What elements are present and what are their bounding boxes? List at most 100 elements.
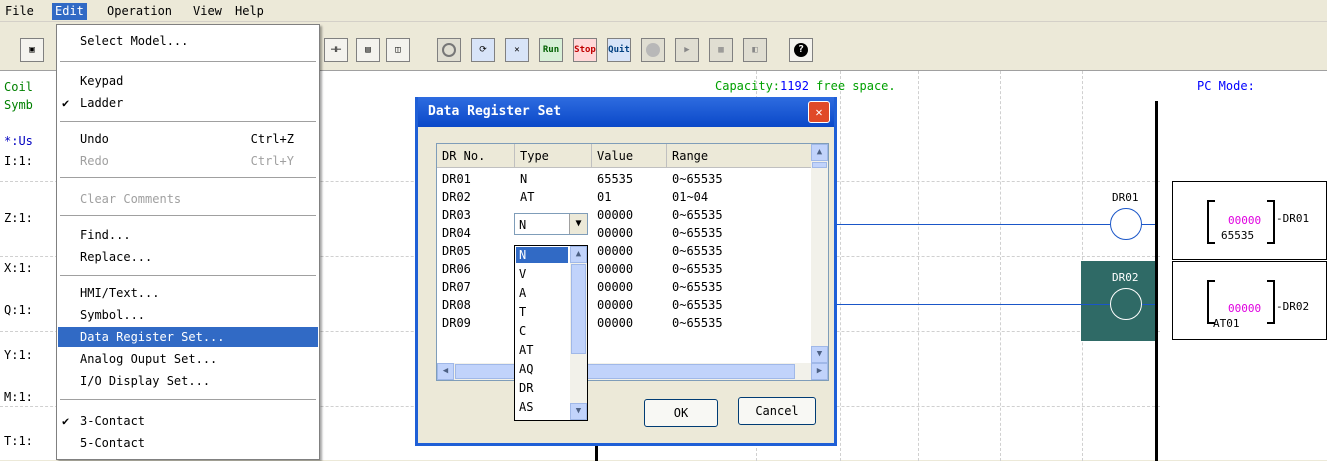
cell-value[interactable]: 00000 [592, 296, 633, 314]
refresh-icon[interactable] [437, 38, 461, 62]
menu-help[interactable]: Help [232, 3, 267, 20]
close-icon[interactable]: ✕ [808, 101, 830, 123]
type-option[interactable]: A [516, 285, 568, 301]
cell-type[interactable]: N [515, 170, 527, 188]
menu-replace[interactable]: Replace... [58, 247, 318, 267]
cell-value[interactable]: 00000 [592, 206, 633, 224]
type-combobox[interactable]: N ▼ [514, 213, 588, 235]
menu-select-model[interactable]: Select Model... [58, 31, 318, 51]
scroll-thumb[interactable] [455, 364, 795, 379]
table-row[interactable]: DR05 00000 0~65535 [437, 242, 812, 260]
horizontal-scrollbar[interactable]: ◀ ▶ [437, 363, 828, 380]
type-dropdown-list[interactable]: N V A T C AT AQ DR AS ▲ ▼ [514, 245, 588, 421]
menu-symbol[interactable]: Symbol... [58, 305, 318, 325]
scroll-left-icon[interactable]: ◀ [437, 363, 454, 380]
cell-no[interactable]: DR03 [437, 206, 471, 224]
dr02-function-box[interactable]: 00000 AT01 -DR02 [1172, 261, 1327, 340]
box-tool-icon[interactable]: ◫ [386, 38, 410, 62]
cell-value[interactable]: 00000 [592, 278, 633, 296]
table-row[interactable]: DR02 AT 01 01~04 [437, 188, 812, 206]
menu-file[interactable]: File [2, 3, 37, 20]
dr01-function-box[interactable]: 00000 65535 -DR01 [1172, 181, 1327, 260]
cell-range[interactable]: 0~65535 [667, 206, 723, 224]
scroll-up-icon[interactable]: ▲ [570, 246, 587, 263]
menu-analog-output-set[interactable]: Analog Ouput Set... [58, 349, 318, 369]
type-option[interactable]: AT [516, 342, 568, 358]
menu-edit[interactable]: Edit [52, 3, 87, 20]
cell-range[interactable]: 01~04 [667, 188, 708, 206]
cell-range[interactable]: 0~65535 [667, 224, 723, 242]
scroll-thumb[interactable] [571, 264, 586, 354]
cell-range[interactable]: 0~65535 [667, 170, 723, 188]
compare-icon[interactable]: ◧ [743, 38, 767, 62]
menu-operation[interactable]: Operation [104, 3, 175, 20]
tools-icon[interactable]: ✕ [505, 38, 529, 62]
new-model-icon[interactable]: ▣ [20, 38, 44, 62]
menu-hmi-text[interactable]: HMI/Text... [58, 283, 318, 303]
write-icon[interactable]: ▶ [675, 38, 699, 62]
cell-no[interactable]: DR07 [437, 278, 471, 296]
coil-dr01[interactable] [1110, 208, 1142, 240]
menu-find[interactable]: Find... [58, 225, 318, 245]
type-option[interactable]: AS [516, 399, 568, 415]
coil-tool-icon[interactable]: ⊣⊢ [324, 38, 348, 62]
cell-no[interactable]: DR05 [437, 242, 471, 260]
cell-no[interactable]: DR09 [437, 314, 471, 332]
scroll-thumb[interactable] [812, 162, 827, 168]
cell-type[interactable]: AT [515, 188, 534, 206]
quit-button[interactable]: Quit [607, 38, 631, 62]
type-option[interactable]: AQ [516, 361, 568, 377]
cancel-button[interactable]: Cancel [738, 397, 816, 425]
cell-value[interactable]: 00000 [592, 224, 633, 242]
cell-value[interactable]: 00000 [592, 242, 633, 260]
scroll-down-icon[interactable]: ▼ [570, 403, 587, 420]
menu-view[interactable]: View [190, 3, 225, 20]
table-row[interactable]: DR06 00000 0~65535 [437, 260, 812, 278]
cell-no[interactable]: DR06 [437, 260, 471, 278]
menu-ladder[interactable]: ✔ Ladder [58, 93, 318, 113]
type-option[interactable]: T [516, 304, 568, 320]
scroll-down-icon[interactable]: ▼ [811, 346, 828, 363]
register-grid[interactable]: DR No. Type Value Range DR01 N 65535 0~6553… [436, 143, 829, 381]
col-header-dr-no[interactable]: DR No. [437, 144, 515, 168]
cell-value[interactable]: 65535 [592, 170, 633, 188]
cell-range[interactable]: 0~65535 [667, 278, 723, 296]
cell-value[interactable]: 00000 [592, 260, 633, 278]
run-button[interactable]: Run [539, 38, 563, 62]
cell-range[interactable]: 0~65535 [667, 314, 723, 332]
col-header-type[interactable]: Type [515, 144, 592, 168]
cell-range[interactable]: 0~65535 [667, 296, 723, 314]
ok-button[interactable]: OK [644, 399, 718, 427]
menu-5-contact[interactable]: 5-Contact [58, 433, 318, 453]
cell-range[interactable]: 0~65535 [667, 260, 723, 278]
menu-3-contact[interactable]: ✔ 3-Contact [58, 411, 318, 431]
menu-io-display-set[interactable]: I/O Display Set... [58, 371, 318, 391]
transfer-icon[interactable]: ⟳ [471, 38, 495, 62]
type-option[interactable]: N [516, 247, 568, 263]
cell-no[interactable]: DR08 [437, 296, 471, 314]
dialog-title[interactable]: Data Register Set [418, 97, 834, 127]
table-row[interactable]: DR07 00000 0~65535 [437, 278, 812, 296]
chevron-down-icon[interactable]: ▼ [569, 214, 587, 234]
cell-value[interactable]: 00000 [592, 314, 633, 332]
scroll-right-icon[interactable]: ▶ [811, 363, 828, 380]
table-row[interactable]: DR03 00000 0~65535 [437, 206, 812, 224]
scroll-up-icon[interactable]: ▲ [811, 144, 828, 161]
cell-value[interactable]: 01 [592, 188, 611, 206]
table-row[interactable]: DR01 N 65535 0~65535 [437, 170, 812, 188]
menu-keypad[interactable]: Keypad [58, 71, 318, 91]
cell-no[interactable]: DR02 [437, 188, 471, 206]
function-tool-icon[interactable]: ▤ [356, 38, 380, 62]
col-header-value[interactable]: Value [592, 144, 667, 168]
monitor-icon[interactable] [641, 38, 665, 62]
cell-no[interactable]: DR01 [437, 170, 471, 188]
coil-dr02[interactable] [1110, 288, 1142, 320]
table-row[interactable]: DR08 00000 0~65535 [437, 296, 812, 314]
menu-undo[interactable]: Undo Ctrl+Z [58, 129, 318, 149]
col-header-range[interactable]: Range [667, 144, 812, 168]
table-row[interactable]: DR09 00000 0~65535 [437, 314, 812, 332]
table-row[interactable]: DR04 00000 0~65535 [437, 224, 812, 242]
type-option[interactable]: C [516, 323, 568, 339]
dropdown-scrollbar[interactable]: ▲ ▼ [570, 246, 587, 420]
vertical-scrollbar[interactable]: ▲ ▼ [811, 144, 828, 363]
